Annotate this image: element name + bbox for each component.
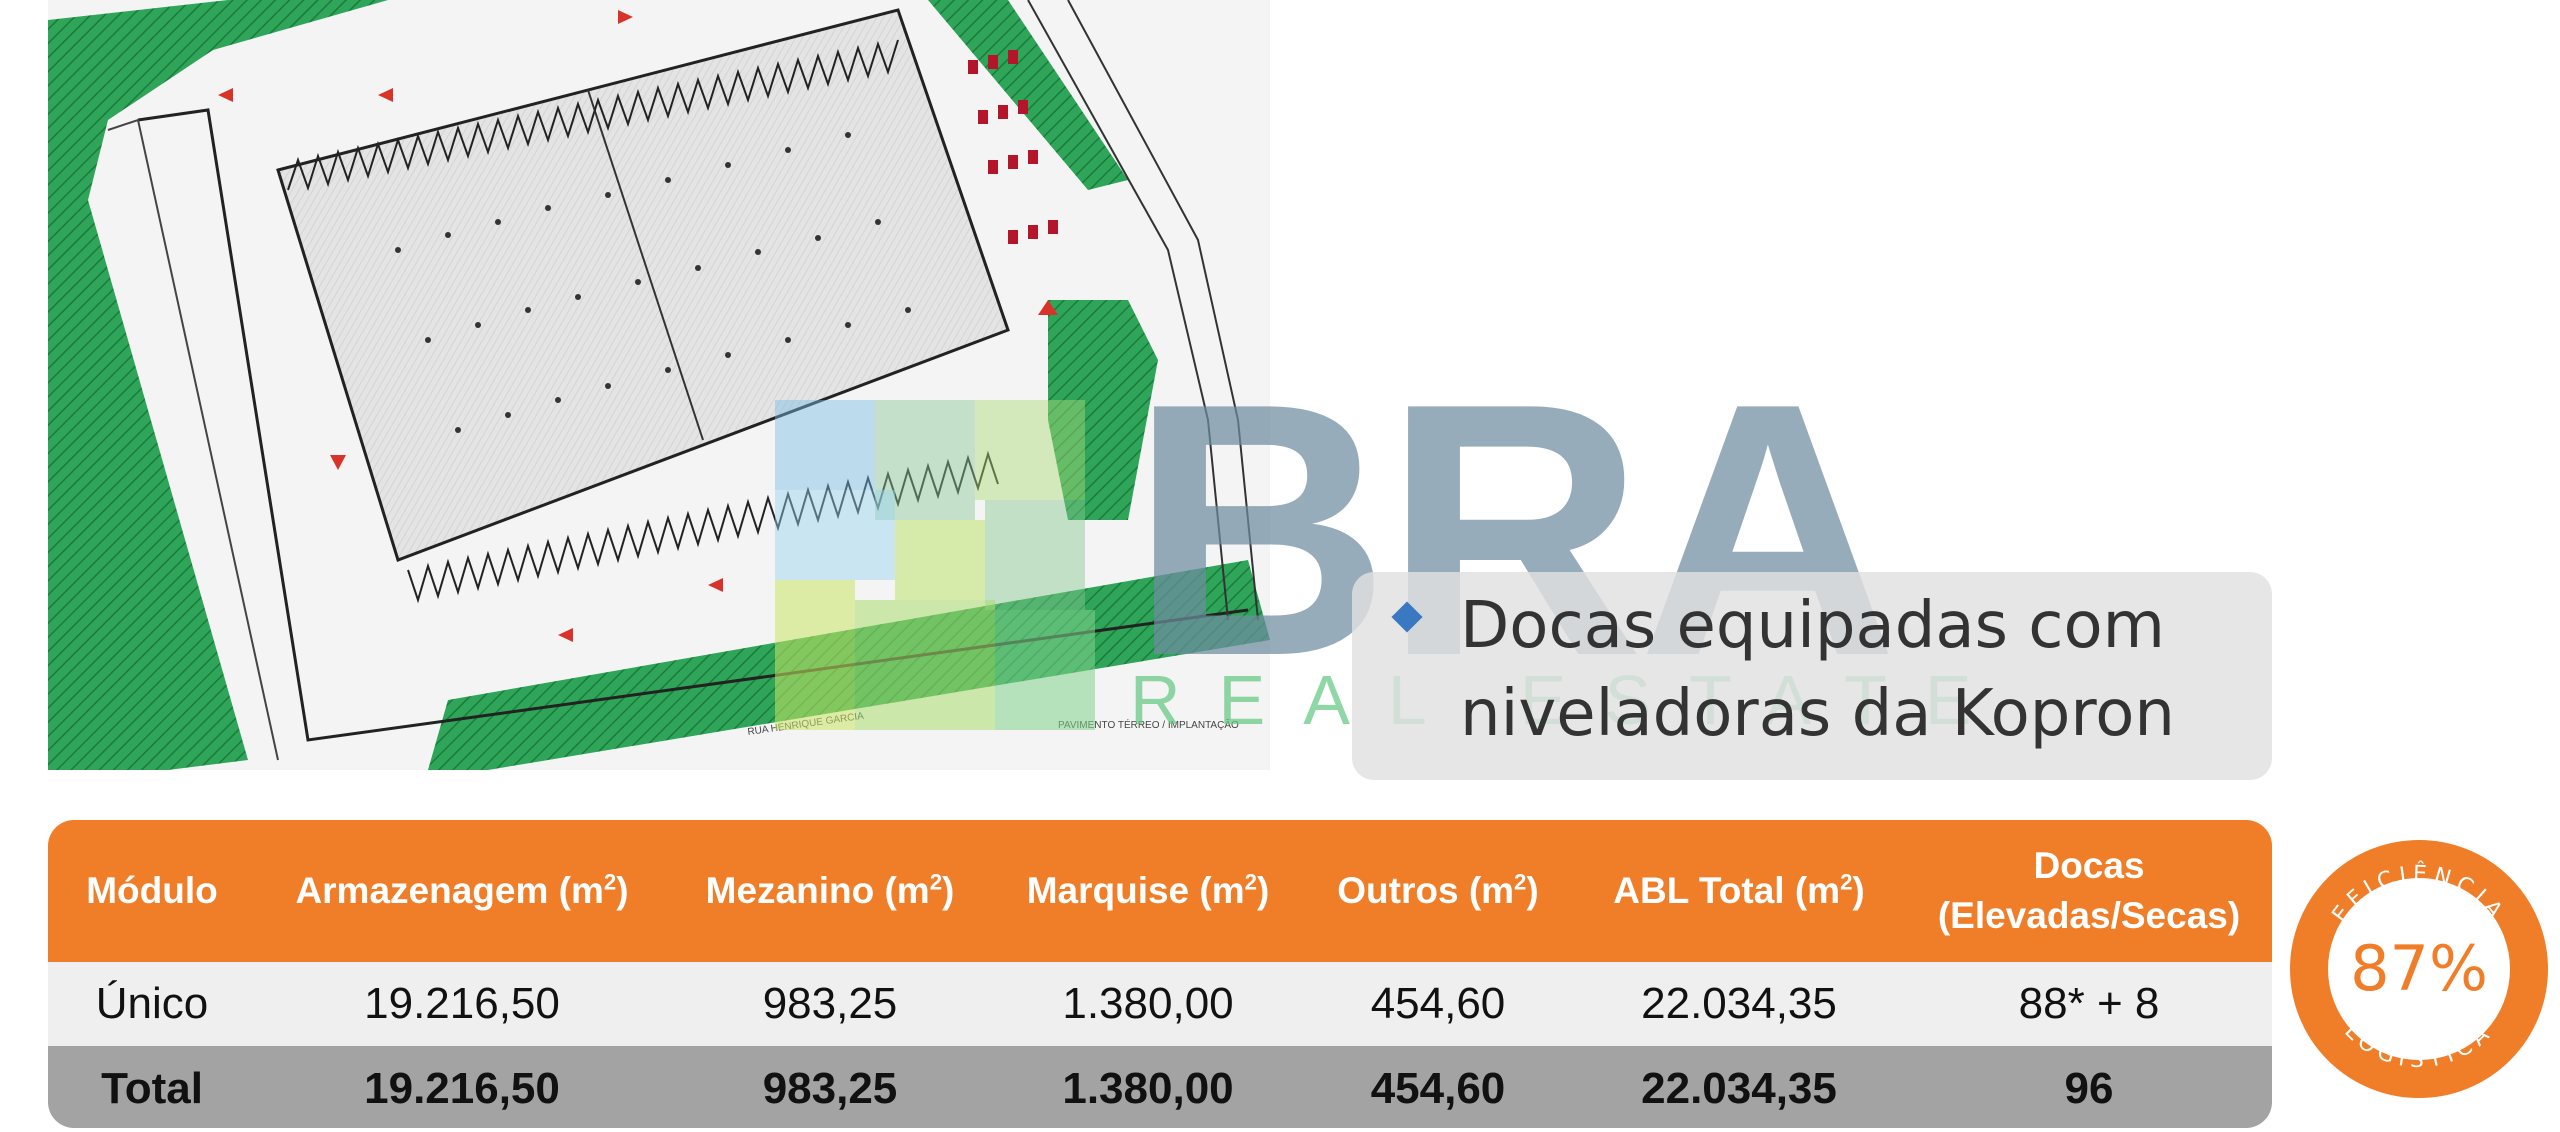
cell-docas: 96 (1906, 1046, 2272, 1128)
header-docas: Docas (Elevadas/Secas) (1906, 820, 2272, 962)
efficiency-badge: EFICIÊNCIA LOGÍSTICA 87% (2288, 838, 2550, 1100)
diamond-bullet-icon (1391, 601, 1423, 633)
cell-outros: 454,60 (1304, 962, 1572, 1046)
cell-abl-total: 22.034,35 (1572, 1046, 1906, 1128)
callout-text: Docas equipadas com niveladoras da Kopro… (1460, 589, 2175, 751)
cell-armazenagem: 19.216,50 (256, 962, 668, 1046)
cell-outros: 454,60 (1304, 1046, 1572, 1128)
cell-marquise: 1.380,00 (992, 1046, 1304, 1128)
header-marquise: Marquise (m2) (992, 820, 1304, 962)
header-abl-total: ABL Total (m2) (1572, 820, 1906, 962)
cell-armazenagem: 19.216,50 (256, 1046, 668, 1128)
table-total-row: Total 19.216,50 983,25 1.380,00 454,60 2… (48, 1046, 2272, 1128)
feature-callout: Docas equipadas com niveladoras da Kopro… (1352, 572, 2272, 780)
header-armazenagem: Armazenagem (m2) (256, 820, 668, 962)
header-outros: Outros (m2) (1304, 820, 1572, 962)
cell-abl-total: 22.034,35 (1572, 962, 1906, 1046)
area-table: Módulo Armazenagem (m2) Mezanino (m2) Ma… (48, 820, 2272, 1128)
cell-marquise: 1.380,00 (992, 962, 1304, 1046)
table-header-row: Módulo Armazenagem (m2) Mezanino (m2) Ma… (48, 820, 2272, 962)
cell-modulo: Total (48, 1046, 256, 1128)
watermark-logo-blocks (775, 400, 1095, 730)
cell-modulo: Único (48, 962, 256, 1046)
cell-mezanino: 983,25 (668, 962, 992, 1046)
table-row: Único 19.216,50 983,25 1.380,00 454,60 2… (48, 962, 2272, 1046)
header-mezanino: Mezanino (m2) (668, 820, 992, 962)
header-modulo: Módulo (48, 820, 256, 962)
efficiency-value: 87% (2350, 932, 2488, 1005)
cell-mezanino: 983,25 (668, 1046, 992, 1128)
cell-docas: 88* + 8 (1906, 962, 2272, 1046)
